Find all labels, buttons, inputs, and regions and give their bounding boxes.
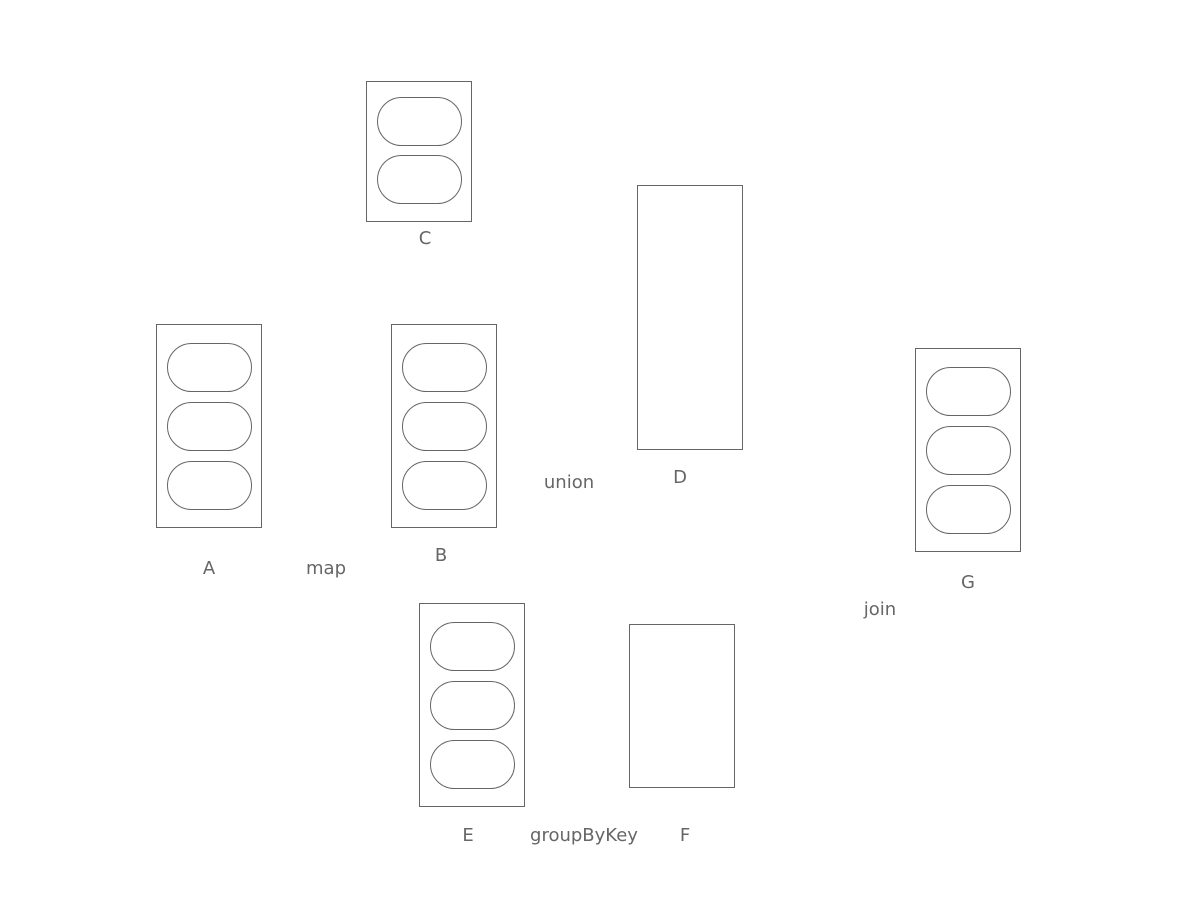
operation-join-label: join: [863, 599, 896, 620]
rdd-g-partition: [926, 367, 1011, 416]
rdd-lineage-diagram: C D A B G E F map union groupByKey join: [156, 81, 1021, 846]
operation-groupbykey-label: groupByKey: [530, 825, 638, 846]
rdd-g-label: G: [961, 572, 975, 593]
rdd-f-label: F: [680, 825, 690, 846]
rdd-b-partition: [402, 343, 487, 392]
rdd-d: D: [637, 185, 743, 488]
rdd-c-label: C: [419, 228, 432, 249]
rdd-b: B: [391, 324, 497, 566]
rdd-g: G: [915, 348, 1021, 593]
operation-union-label: union: [544, 472, 594, 493]
rdd-a-partition: [167, 461, 252, 510]
rdd-c: C: [366, 81, 472, 249]
rdd-e-partition: [430, 740, 515, 789]
rdd-g-partition: [926, 485, 1011, 534]
rdd-e-partition: [430, 681, 515, 730]
rdd-a-label: A: [203, 558, 216, 579]
rdd-c-partition: [377, 155, 462, 204]
rdd-e: E: [419, 603, 525, 846]
rdd-a-partition: [167, 343, 252, 392]
rdd-g-partition: [926, 426, 1011, 475]
rdd-f-box: [629, 624, 735, 788]
rdd-a-partition: [167, 402, 252, 451]
rdd-c-partition: [377, 97, 462, 146]
rdd-e-partition: [430, 622, 515, 671]
rdd-d-box: [637, 185, 743, 450]
rdd-a: A: [156, 324, 262, 579]
rdd-b-partition: [402, 461, 487, 510]
rdd-e-label: E: [462, 825, 473, 846]
rdd-f: F: [629, 624, 735, 846]
rdd-d-label: D: [673, 467, 687, 488]
operation-map-label: map: [306, 558, 346, 579]
rdd-b-partition: [402, 402, 487, 451]
rdd-b-label: B: [435, 545, 447, 566]
